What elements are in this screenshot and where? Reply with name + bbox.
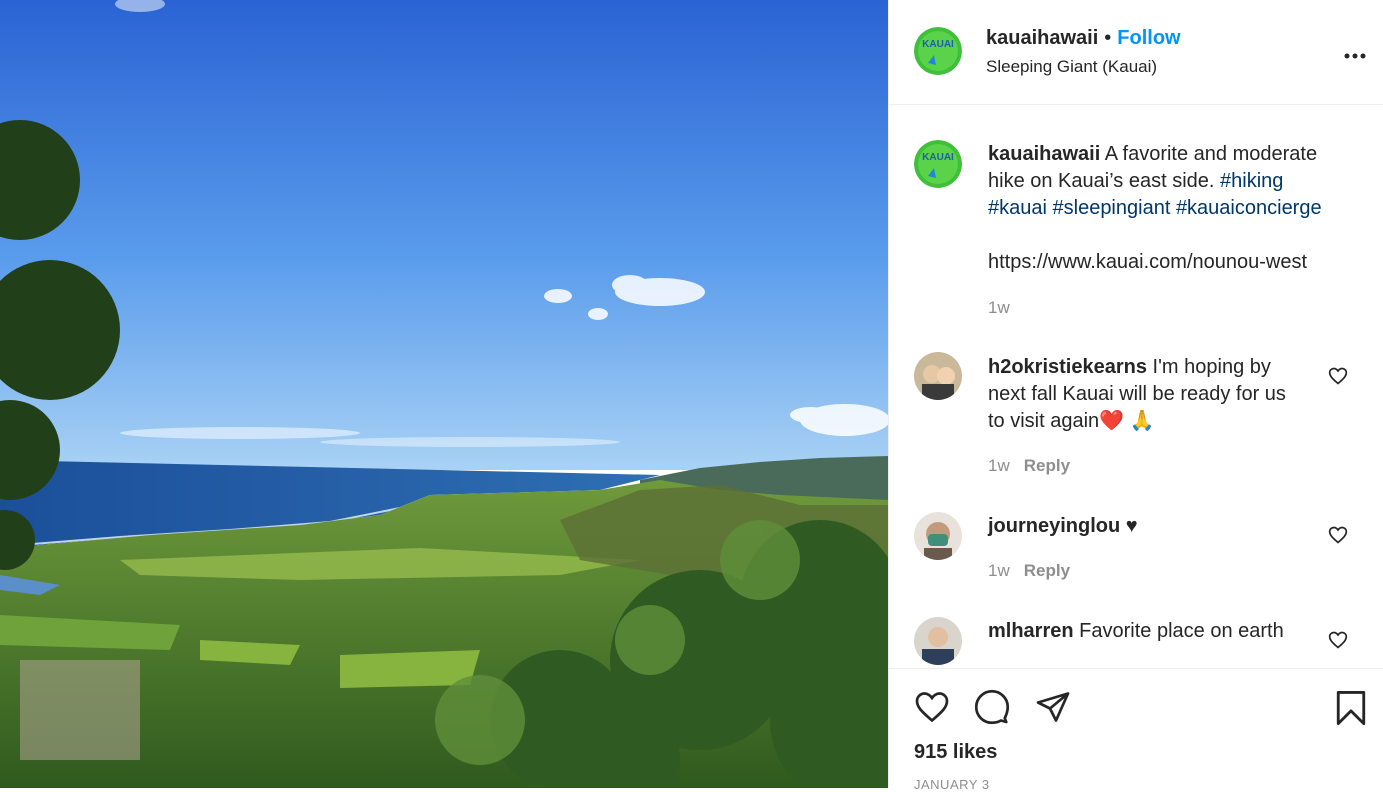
reply-button[interactable]: Reply — [1024, 561, 1070, 580]
comment-time[interactable]: 1w — [988, 561, 1010, 580]
comment-icon[interactable] — [973, 689, 1011, 725]
post-date[interactable]: JANUARY 3 — [914, 777, 990, 792]
hashtag-kauai[interactable]: #kauai — [988, 197, 1047, 219]
caption-avatar[interactable]: KAUAI — [914, 140, 962, 188]
comment-avatar[interactable] — [914, 352, 962, 400]
hashtag-sleepingiant[interactable]: #sleepingiant — [1053, 197, 1171, 219]
follow-button[interactable]: Follow — [1117, 27, 1180, 49]
comment-username[interactable]: journeyinglou — [988, 515, 1120, 537]
comment-meta: 1w Reply — [988, 456, 1070, 476]
caption-link[interactable]: https://www.kauai.com/nounou-west — [988, 251, 1307, 273]
hashtag-hiking[interactable]: #hiking — [1220, 170, 1283, 192]
post-header: KAUAI kauaihawaii • Follow Sleeping Giant … — [889, 0, 1383, 105]
comment-text: journeyinglou ♥ — [988, 513, 1343, 540]
comment-username[interactable]: h2okristiekearns — [988, 356, 1147, 378]
comment-meta: 1w Reply — [988, 561, 1070, 581]
comment-username[interactable]: mlharren — [988, 620, 1074, 642]
svg-text:KAUAI: KAUAI — [922, 152, 954, 163]
more-options-icon[interactable] — [1344, 38, 1366, 66]
caption-time[interactable]: 1w — [988, 298, 1010, 318]
reply-button[interactable]: Reply — [1024, 456, 1070, 475]
post-photo[interactable] — [0, 0, 888, 788]
comment-time[interactable]: 1w — [988, 456, 1010, 475]
like-comment-heart-icon[interactable] — [1328, 630, 1348, 650]
bookmark-icon[interactable] — [1334, 689, 1368, 727]
avatar-logo-text: KAUAI — [922, 39, 954, 50]
likes-count[interactable]: 915 likes — [914, 741, 997, 764]
caption-username[interactable]: kauaihawaii — [988, 143, 1100, 165]
landscape-image — [0, 0, 888, 788]
comment-text: mlharren Favorite place on earth — [988, 618, 1343, 645]
caption-text: kauaihawaii A favorite and moderate hike… — [988, 141, 1343, 276]
header-title-row: kauaihawaii • Follow — [986, 27, 1181, 50]
post-location[interactable]: Sleeping Giant (Kauai) — [986, 57, 1157, 77]
heart-icon[interactable] — [913, 689, 951, 725]
comment-body: Favorite place on earth — [1073, 620, 1284, 642]
author-username[interactable]: kauaihawaii — [986, 27, 1098, 49]
comment-body: ♥ — [1120, 515, 1138, 537]
comment-avatar[interactable] — [914, 617, 962, 665]
post-actions: 915 likes JANUARY 3 — [889, 668, 1383, 792]
hashtag-kauaiconcierge[interactable]: #kauaiconcierge — [1176, 197, 1322, 219]
comment-text: h2okristiekearns I'm hoping by next fall… — [988, 354, 1308, 435]
like-comment-heart-icon[interactable] — [1328, 366, 1348, 386]
share-icon[interactable] — [1034, 689, 1072, 725]
comment-avatar[interactable] — [914, 512, 962, 560]
like-comment-heart-icon[interactable] — [1328, 525, 1348, 545]
author-avatar[interactable]: KAUAI — [914, 27, 962, 75]
post-side-panel: KAUAI kauaihawaii • Follow Sleeping Giant … — [888, 0, 1383, 792]
comments-list[interactable]: KAUAI kauaihawaii A favorite and moderat… — [889, 106, 1383, 668]
header-separator: • — [1104, 27, 1112, 49]
